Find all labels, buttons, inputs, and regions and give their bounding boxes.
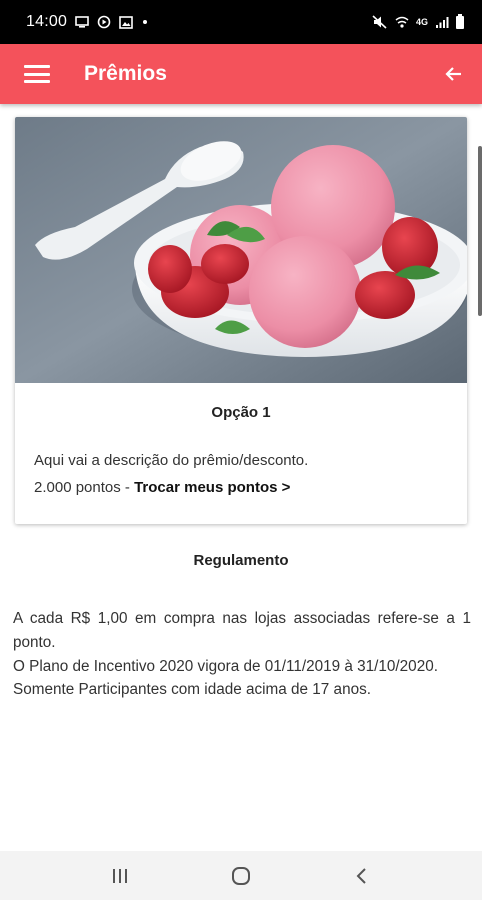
reward-title: Opção 1 xyxy=(211,404,271,421)
navigation-bar xyxy=(0,851,482,900)
media-icon xyxy=(97,15,111,29)
screen-icon xyxy=(75,16,89,28)
rules-title: Regulamento xyxy=(193,552,289,569)
reward-points-line: 2.000 pontos - Trocar meus pontos > xyxy=(34,474,467,501)
ice-cream-image xyxy=(15,117,467,383)
gallery-icon xyxy=(119,15,133,29)
signal-icon xyxy=(436,16,449,28)
rules-line: A cada R$ 1,00 em compra nas lojas assoc… xyxy=(13,610,471,651)
rules-line: O Plano de Incentivo 2020 vigora de 01/1… xyxy=(13,657,438,675)
arrow-back-icon[interactable] xyxy=(444,64,464,84)
menu-icon[interactable] xyxy=(24,65,50,83)
status-bar: 14:00 4G xyxy=(0,0,482,44)
recents-icon[interactable] xyxy=(100,861,140,891)
network-type: 4G xyxy=(415,16,428,27)
reward-card[interactable]: Opção 1 Aqui vai a descrição do prêmio/d… xyxy=(15,117,467,524)
scrollbar[interactable] xyxy=(478,146,482,316)
wifi-calling-icon xyxy=(395,16,409,28)
reward-points: 2.000 pontos - xyxy=(34,479,135,496)
app-bar: Prêmios xyxy=(0,44,482,104)
reward-description: Aqui vai a descrição do prêmio/desconto. xyxy=(34,452,309,469)
battery-icon xyxy=(456,13,464,29)
home-icon[interactable] xyxy=(221,861,261,891)
nav-back-icon[interactable] xyxy=(342,861,382,891)
page-title: Prêmios xyxy=(84,62,167,85)
mute-icon xyxy=(372,15,387,29)
status-time: 14:00 xyxy=(26,13,68,30)
rules-line: Somente Participantes com idade acima de… xyxy=(13,681,371,699)
rules-text: A cada R$ 1,00 em compra nas lojas assoc… xyxy=(13,607,471,702)
trade-points-link[interactable]: Trocar meus pontos > xyxy=(134,479,290,496)
notification-dot-icon xyxy=(143,20,148,24)
